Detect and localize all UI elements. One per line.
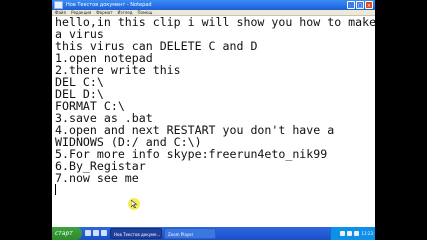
maximize-button[interactable]: □: [356, 1, 364, 9]
mouse-cursor-icon: [128, 198, 140, 210]
quick-launch-icon[interactable]: [93, 230, 99, 236]
text-caret: [55, 184, 56, 195]
start-button[interactable]: старт: [52, 227, 82, 240]
text-editor-area[interactable]: hello,in this clip i will show you how t…: [52, 16, 375, 227]
close-button[interactable]: ×: [365, 1, 373, 9]
quick-launch-icon[interactable]: [101, 230, 107, 236]
tray-icon[interactable]: [340, 231, 346, 236]
text-line: 7.now see me: [55, 171, 139, 185]
taskbar-item-notepad[interactable]: Нов Текстов докуме...: [110, 228, 162, 239]
window-title: Нов Текстов документ - Notepad: [66, 2, 152, 8]
notepad-icon: [54, 1, 63, 9]
quick-launch-icon[interactable]: [85, 230, 91, 236]
tray-icon[interactable]: [347, 231, 353, 236]
taskbar: старт Нов Текстов докуме... Zoom Player …: [52, 227, 375, 240]
notepad-window: Нов Текстов документ - Notepad _ □ × Фай…: [52, 0, 375, 240]
quick-launch: [85, 230, 107, 236]
title-bar[interactable]: Нов Текстов документ - Notepad _ □ ×: [52, 0, 375, 10]
minimize-button[interactable]: _: [347, 1, 355, 9]
tray-icon[interactable]: [354, 231, 360, 236]
system-tray: 11:23: [330, 227, 375, 240]
taskbar-item-zoom-player[interactable]: Zoom Player: [164, 228, 216, 239]
clock[interactable]: 11:23: [361, 231, 373, 236]
window-controls: _ □ ×: [347, 1, 373, 9]
